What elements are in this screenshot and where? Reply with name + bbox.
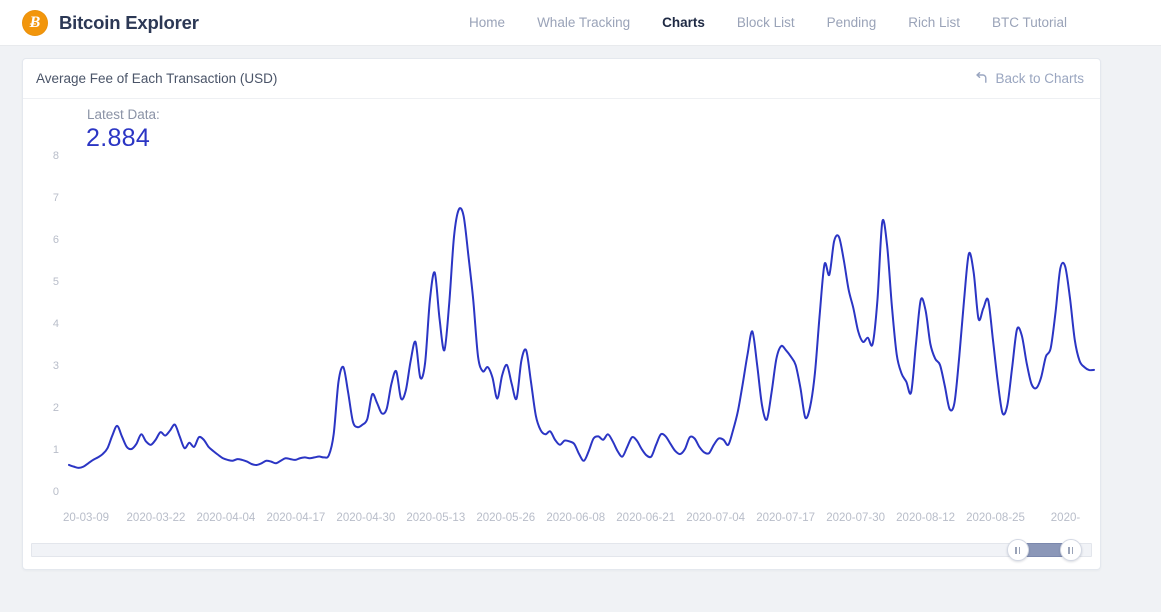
svg-text:2: 2 — [53, 402, 59, 414]
bitcoin-logo-icon: Ƀ — [22, 10, 48, 36]
brand-name: Bitcoin Explorer — [59, 12, 199, 34]
nav-link-charts[interactable]: Charts — [662, 15, 705, 30]
svg-text:2020-04-17: 2020-04-17 — [266, 512, 325, 524]
brand[interactable]: Ƀ Bitcoin Explorer — [22, 10, 199, 36]
svg-text:0: 0 — [53, 486, 59, 498]
svg-text:8: 8 — [53, 150, 59, 162]
svg-text:7: 7 — [53, 192, 59, 204]
svg-text:2020-05-13: 2020-05-13 — [406, 512, 465, 524]
nav-link-whale-tracking[interactable]: Whale Tracking — [537, 15, 630, 30]
svg-text:2020-06-21: 2020-06-21 — [616, 512, 675, 524]
svg-text:2020-: 2020- — [1051, 512, 1081, 524]
back-to-charts-button[interactable]: Back to Charts — [974, 71, 1084, 86]
series-line-average-fee — [69, 208, 1094, 468]
svg-text:6: 6 — [53, 234, 59, 246]
svg-text:2020-07-17: 2020-07-17 — [756, 512, 815, 524]
chart-area[interactable]: Latest Data: 2.884 0 1 2 3 4 5 6 7 8 20-03-09 202… — [23, 99, 1100, 569]
svg-text:2020-05-26: 2020-05-26 — [476, 512, 535, 524]
svg-text:20-03-09: 20-03-09 — [63, 512, 109, 524]
svg-text:4: 4 — [53, 318, 59, 330]
nav-link-pending[interactable]: Pending — [827, 15, 877, 30]
line-chart: 012345678 20-03-092020-03-222020-04-0420… — [23, 99, 1102, 549]
nav-link-rich-list[interactable]: Rich List — [908, 15, 960, 30]
nav-link-block-list[interactable]: Block List — [737, 15, 795, 30]
x-axis: 20-03-09 2020-03-22 2020-04-04 2020-04-17 20… — [63, 512, 1080, 524]
card-header: Average Fee of Each Transaction (USD) Ba… — [23, 59, 1100, 99]
grip-line — [1072, 547, 1074, 554]
data-zoom-slider[interactable] — [31, 539, 1092, 561]
grip-line — [1019, 547, 1021, 554]
slider-track[interactable] — [31, 543, 1092, 557]
nav-link-btc-tutorial[interactable]: BTC Tutorial — [992, 15, 1067, 30]
grip-line — [1015, 547, 1017, 554]
top-navbar: Ƀ Bitcoin Explorer Home Whale Tracking C… — [0, 0, 1161, 46]
svg-text:2020-03-22: 2020-03-22 — [127, 512, 186, 524]
svg-text:2020-04-04: 2020-04-04 — [197, 512, 256, 524]
slider-handle-right[interactable] — [1060, 539, 1082, 561]
svg-text:2020-07-30: 2020-07-30 — [826, 512, 885, 524]
svg-text:3: 3 — [53, 360, 59, 372]
slider-handle-left[interactable] — [1007, 539, 1029, 561]
nav-link-home[interactable]: Home — [469, 15, 505, 30]
svg-text:2020-04-30: 2020-04-30 — [336, 512, 395, 524]
nav-links: Home Whale Tracking Charts Block List Pe… — [469, 15, 1139, 30]
svg-text:2020-07-04: 2020-07-04 — [686, 512, 745, 524]
page-title: Average Fee of Each Transaction (USD) — [36, 71, 277, 86]
y-axis: 0 1 2 3 4 5 6 7 8 — [53, 150, 59, 498]
svg-text:1: 1 — [53, 444, 59, 456]
undo-arrow-icon — [974, 71, 989, 86]
svg-text:5: 5 — [53, 276, 59, 288]
bitcoin-glyph: Ƀ — [30, 15, 41, 31]
svg-text:2020-06-08: 2020-06-08 — [546, 512, 605, 524]
latest-data-label: Latest Data: — [87, 107, 160, 122]
svg-text:2020-08-25: 2020-08-25 — [966, 512, 1025, 524]
latest-data-value: 2.884 — [86, 124, 150, 153]
chart-card: Average Fee of Each Transaction (USD) Ba… — [22, 58, 1101, 570]
svg-text:2020-08-12: 2020-08-12 — [896, 512, 955, 524]
grip-line — [1068, 547, 1070, 554]
back-to-charts-label: Back to Charts — [995, 71, 1084, 86]
